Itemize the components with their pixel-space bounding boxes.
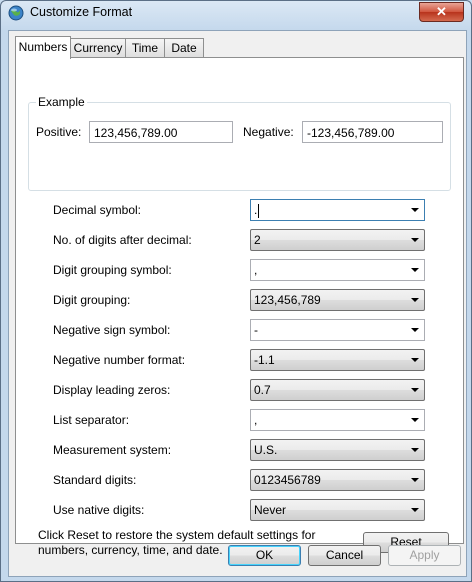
decimal-symbol-label: Decimal symbol: [53, 203, 142, 217]
numbers-tab-panel: Example Positive: 123,456,789.00 Negativ… [15, 57, 464, 557]
digits-after-decimal-select[interactable]: 2 [250, 229, 425, 251]
display-leading-zeros-label: Display leading zeros: [53, 383, 171, 397]
customize-format-window: Customize Format ✕ Numbers Currency Time… [0, 0, 472, 582]
negative-number-format-select[interactable]: -1.1 [250, 349, 425, 371]
digit-grouping-symbol-combo[interactable]: , [250, 259, 425, 281]
reset-note: Click Reset to restore the system defaul… [38, 528, 316, 557]
tab-currency[interactable]: Currency [70, 38, 126, 58]
chevron-down-icon[interactable] [411, 478, 419, 482]
globe-icon [8, 5, 24, 21]
example-group: Example Positive: 123,456,789.00 Negativ… [28, 95, 451, 191]
display-leading-zeros-select[interactable]: 0.7 [250, 379, 425, 401]
use-native-digits-label: Use native digits: [53, 503, 145, 517]
apply-button[interactable]: Apply [388, 545, 461, 566]
chevron-down-icon[interactable] [411, 388, 419, 392]
chevron-down-icon[interactable] [411, 508, 419, 512]
digits-after-decimal-label: No. of digits after decimal: [53, 233, 192, 247]
chevron-down-icon[interactable] [411, 208, 419, 212]
chevron-down-icon[interactable] [411, 328, 419, 332]
negative-example-field: -123,456,789.00 [302, 121, 443, 143]
tab-numbers[interactable]: Numbers [15, 36, 71, 59]
chevron-down-icon[interactable] [411, 358, 419, 362]
digit-grouping-symbol-label: Digit grouping symbol: [53, 263, 172, 277]
positive-label: Positive: [36, 125, 82, 139]
negative-sign-symbol-combo[interactable]: - [250, 319, 425, 341]
close-icon[interactable]: ✕ [419, 2, 464, 22]
window-title: Customize Format [30, 5, 133, 19]
title-bar[interactable]: Customize Format ✕ [1, 1, 471, 25]
measurement-system-label: Measurement system: [53, 443, 172, 457]
digit-grouping-label: Digit grouping: [53, 293, 131, 307]
ok-button[interactable]: OK [228, 545, 301, 566]
standard-digits-label: Standard digits: [53, 473, 137, 487]
positive-example-field: 123,456,789.00 [89, 121, 233, 143]
chevron-down-icon[interactable] [411, 238, 419, 242]
chevron-down-icon[interactable] [411, 298, 419, 302]
use-native-digits-select[interactable]: Never [250, 499, 425, 521]
tab-date[interactable]: Date [164, 38, 204, 58]
chevron-down-icon[interactable] [411, 268, 419, 272]
measurement-system-select[interactable]: U.S. [250, 439, 425, 461]
standard-digits-select[interactable]: 0123456789 [250, 469, 425, 491]
cancel-button[interactable]: Cancel [308, 545, 381, 566]
negative-sign-symbol-label: Negative sign symbol: [53, 323, 171, 337]
list-separator-label: List separator: [53, 413, 130, 427]
dialog-client-area: Numbers Currency Time Date Example Posit… [8, 30, 467, 577]
negative-number-format-label: Negative number format: [53, 353, 186, 367]
tab-time[interactable]: Time [125, 38, 165, 58]
chevron-down-icon[interactable] [411, 418, 419, 422]
example-legend: Example [36, 95, 87, 109]
negative-label: Negative: [243, 125, 294, 139]
list-separator-combo[interactable]: , [250, 409, 425, 431]
digit-grouping-select[interactable]: 123,456,789 [250, 289, 425, 311]
chevron-down-icon[interactable] [411, 448, 419, 452]
decimal-symbol-combo[interactable]: . [250, 199, 425, 221]
